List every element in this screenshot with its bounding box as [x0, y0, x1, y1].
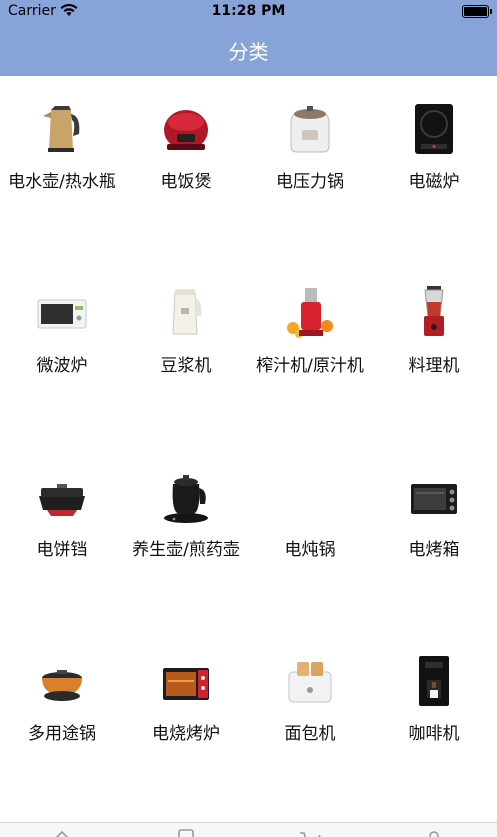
- grill-oven-icon: [163, 668, 209, 700]
- profile-icon: [429, 831, 439, 837]
- juicer-icon: [287, 288, 333, 338]
- category-label: 面包机: [284, 724, 336, 744]
- category-item[interactable]: 料理机: [372, 260, 496, 444]
- coffee-machine-icon: [419, 656, 449, 706]
- category-label: 电烧烤炉: [152, 724, 220, 744]
- blender-icon: [424, 286, 444, 336]
- category-label: 微波炉: [36, 356, 88, 376]
- tab-bar: [0, 822, 497, 837]
- soymilk-maker-icon: [172, 289, 202, 335]
- category-item[interactable]: 咖啡机: [372, 628, 496, 812]
- battery-icon: [462, 5, 492, 18]
- bread-maker-icon: [288, 662, 332, 703]
- category-label: 电饼铛: [36, 540, 88, 560]
- clock: 11:28 PM: [211, 3, 286, 19]
- status-bar: Carrier 11:28 PM: [0, 0, 497, 24]
- category-icon: [178, 829, 194, 837]
- category-item[interactable]: 电饼铛: [0, 444, 124, 628]
- category-label: 豆浆机: [160, 356, 212, 376]
- category-item[interactable]: 豆浆机: [124, 260, 248, 444]
- category-label: 电烤箱: [408, 540, 460, 560]
- category-item[interactable]: 电饭煲: [124, 76, 248, 260]
- navigation-bar: 分类: [0, 24, 497, 76]
- microwave-icon: [37, 299, 87, 329]
- cart-icon: [300, 832, 321, 837]
- page-title: 分类: [228, 40, 269, 64]
- category-label: 电磁炉: [408, 172, 460, 192]
- home-icon: [55, 830, 69, 837]
- category-label: 电水壶/热水瓶: [8, 172, 116, 192]
- category-label: 榨汁机/原汁机: [256, 356, 364, 376]
- category-label: 咖啡机: [408, 724, 460, 744]
- category-label: 电炖锅: [284, 540, 336, 560]
- electric-kettle-icon: [43, 106, 80, 152]
- category-label: 养生壶/煎药壶: [132, 540, 240, 560]
- category-item[interactable]: 电炖锅: [248, 444, 372, 628]
- multi-cooker-icon: [42, 670, 82, 701]
- category-label: 多用途锅: [28, 724, 96, 744]
- electric-griddle-icon: [39, 484, 85, 516]
- category-item[interactable]: 养生壶/煎药壶: [124, 444, 248, 628]
- tab-home[interactable]: [0, 826, 124, 837]
- pressure-cooker-icon: [290, 106, 330, 153]
- category-item[interactable]: 电压力锅: [248, 76, 372, 260]
- tab-category[interactable]: [124, 826, 248, 837]
- tab-profile[interactable]: [372, 826, 496, 837]
- category-label: 料理机: [408, 356, 460, 376]
- health-pot-icon: [164, 475, 208, 523]
- category-item[interactable]: 多用途锅: [0, 628, 124, 812]
- category-item[interactable]: 榨汁机/原汁机: [248, 260, 372, 444]
- category-label: 电饭煲: [160, 172, 212, 192]
- category-item[interactable]: 面包机: [248, 628, 372, 812]
- tab-cart[interactable]: [248, 826, 372, 837]
- induction-cooker-icon: [415, 104, 453, 154]
- electric-oven-icon: [411, 484, 457, 514]
- category-item[interactable]: 电烤箱: [372, 444, 496, 628]
- rice-cooker-icon: [164, 110, 208, 150]
- category-item[interactable]: 电烧烤炉: [124, 628, 248, 812]
- category-item[interactable]: 电水壶/热水瓶: [0, 76, 124, 260]
- category-grid: 电水壶/热水瓶 电饭煲 电压力锅 电磁炉 微波炉 豆浆机 榨汁机/原汁机 料理机…: [0, 76, 497, 822]
- category-label: 电压力锅: [276, 172, 344, 192]
- category-item[interactable]: 微波炉: [0, 260, 124, 444]
- category-item[interactable]: 电磁炉: [372, 76, 496, 260]
